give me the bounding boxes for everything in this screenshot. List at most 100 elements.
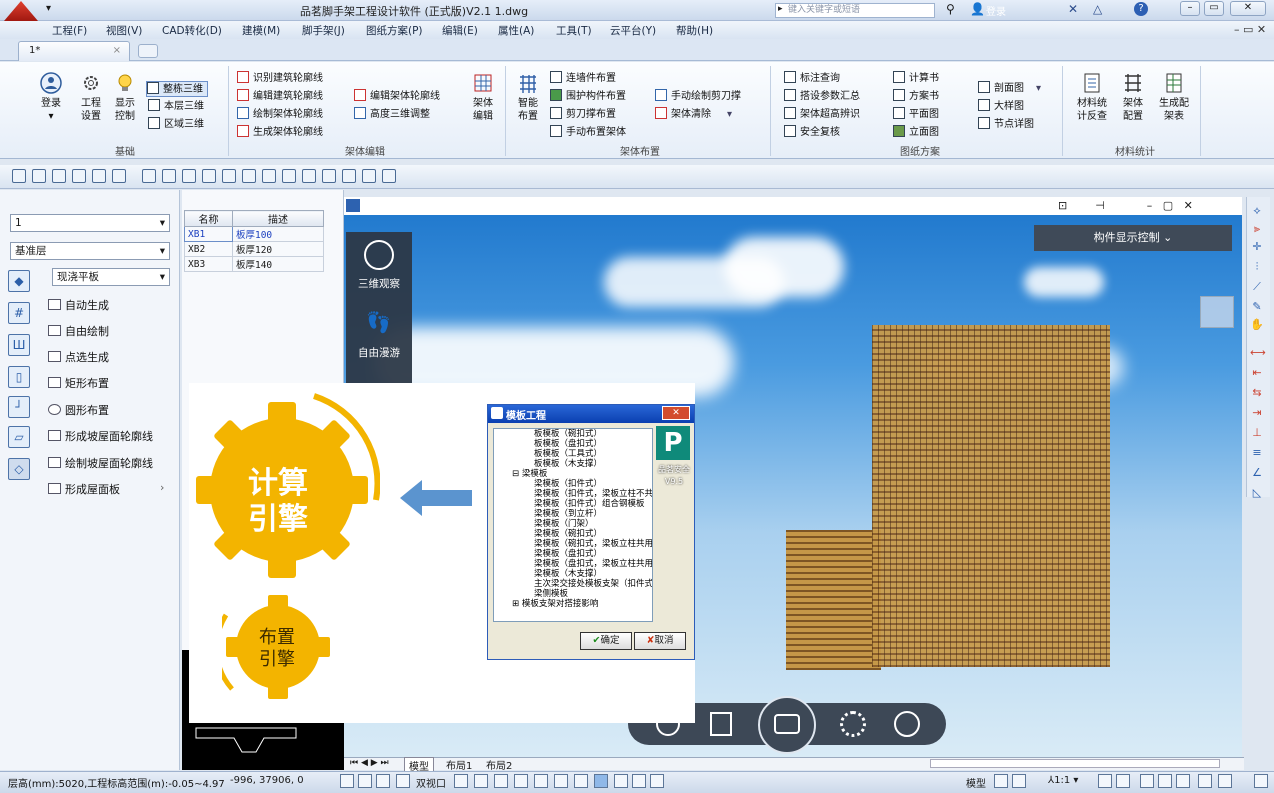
lwt-toggle-icon[interactable] (514, 774, 528, 788)
offset-icon[interactable] (322, 169, 336, 183)
tool-circle-layout[interactable]: 圆形布置 (48, 402, 109, 418)
ribbon-draw-frame-outline[interactable]: 绘制架体轮廓线 (237, 107, 323, 123)
exchange-icon[interactable]: ✕ (1068, 2, 1078, 16)
tree-item[interactable]: 主次梁交接处模板支架（扣件式） (494, 579, 652, 589)
trim-icon[interactable] (362, 169, 376, 183)
tool-form-slope-outline[interactable]: 形成坡屋面轮廓线 (48, 428, 153, 444)
divide-icon[interactable]: ≡ (1250, 446, 1264, 460)
snap-toggle-icon[interactable] (340, 774, 354, 788)
workspace-icon[interactable] (1140, 774, 1154, 788)
move-tool-icon[interactable]: ✛ (1250, 240, 1264, 254)
smart-layout-button[interactable]: 智能 布置 (513, 72, 543, 123)
login-ribbon-button[interactable]: 登录 ▾ (36, 72, 66, 123)
ribbon-overheight-identify[interactable]: 架体超高辨识 (784, 107, 860, 123)
hand-icon[interactable]: ✋ (1250, 318, 1264, 332)
menu-scaffold[interactable]: 脚手架(J) (302, 23, 345, 38)
tool-draw-slope-outline[interactable]: 绘制坡屋面轮廓线 (48, 455, 153, 471)
move-icon[interactable] (242, 169, 256, 183)
ribbon-recognize-outline[interactable]: 识别建筑轮廓线 (237, 71, 323, 87)
material-stat-button[interactable]: 材料统 计反查 (1074, 72, 1110, 123)
tree-item[interactable]: ⊟ 梁模板 (494, 469, 652, 479)
mdi-controls-icon[interactable]: – ▭ ✕ (1234, 23, 1266, 36)
table-row[interactable]: XB3 板厚140 (184, 256, 325, 272)
help-icon[interactable]: ? (1134, 2, 1148, 16)
ribbon-plan-book[interactable]: 方案书 (893, 89, 939, 105)
pen-icon[interactable]: ✎ (1250, 300, 1264, 314)
table-row[interactable]: XB1 板厚100 (184, 226, 325, 242)
col-header-desc[interactable]: 描述 (231, 210, 325, 227)
forward-arrow-icon[interactable] (52, 169, 66, 183)
generate-table-button[interactable]: 生成配 架表 (1156, 72, 1192, 123)
stretch-icon[interactable] (342, 169, 356, 183)
ribbon-height-3d-adjust[interactable]: 高度三维调整 (354, 107, 430, 123)
floor-combo[interactable]: 1 (10, 214, 170, 232)
ribbon-elevation[interactable]: 立面图 (893, 125, 939, 141)
polar-toggle-icon[interactable] (396, 774, 410, 788)
dialog-close-button[interactable]: ✕ (662, 406, 690, 420)
tree-item[interactable]: 梁模板（盘扣式，梁板立柱共用） (494, 559, 652, 569)
slope-icon[interactable]: ◺ (1250, 486, 1264, 500)
ribbon-edit-frame-outline[interactable]: 编辑架体轮廓线 (354, 89, 440, 105)
tree-item[interactable]: ⊞ 模板支架对搭接影响 (494, 599, 652, 609)
menu-drawings[interactable]: 图纸方案(P) (366, 23, 423, 38)
frame-edit-button[interactable]: 架体 编辑 (468, 72, 498, 123)
cross-toggle-icon[interactable] (574, 774, 588, 788)
bulb-status-icon[interactable] (1218, 774, 1232, 788)
restore-button[interactable]: ▭ (1204, 1, 1224, 16)
sc-toggle-icon[interactable] (614, 774, 628, 788)
angle-icon[interactable]: ∠ (1250, 466, 1264, 480)
dimension-icon[interactable]: ⫶ (1250, 260, 1264, 274)
user-icon[interactable]: 👤 (970, 2, 985, 16)
viewport-window-controls[interactable]: ⊡ ⊣ – ▢ ✕ (1058, 199, 1193, 212)
ribbon-enclosure[interactable]: 围护构件布置 (550, 89, 626, 105)
component-display-control[interactable]: 构件显示控制 ⌄ (1034, 225, 1232, 251)
row-desc[interactable]: 板厚140 (231, 256, 325, 272)
tree-item[interactable]: 梁模板（碗扣式） (494, 529, 652, 539)
frame-config-button[interactable]: 架体 配置 (1118, 72, 1148, 123)
row-name[interactable]: XB1 (184, 226, 233, 242)
login-link[interactable]: 登录 (986, 3, 1006, 18)
annotation-scale[interactable]: ⅄1:1 ▾ (1048, 775, 1078, 786)
beam-icon[interactable]: ┘ (8, 396, 30, 418)
slab-type-combo[interactable]: 现浇平板 (52, 268, 170, 286)
scaffold-model-tall[interactable] (872, 325, 1110, 667)
tp-toggle-icon[interactable] (554, 774, 568, 788)
menu-modeling[interactable]: 建模(M) (242, 23, 280, 38)
ucs-toggle-icon[interactable] (650, 774, 664, 788)
tree-item[interactable]: 板模板（工具式） (494, 449, 652, 459)
measure-icon[interactable] (382, 169, 396, 183)
a360-icon[interactable]: △ (1093, 2, 1102, 16)
save-icon[interactable] (12, 169, 26, 183)
ribbon-manual-frame[interactable]: 手动布置架体 (550, 125, 626, 141)
grid-toggle-icon[interactable] (358, 774, 372, 788)
table-row[interactable]: XB2 板厚120 (184, 241, 325, 257)
document-tab-close[interactable]: × (113, 45, 121, 56)
minimize-button[interactable]: – (1180, 1, 1200, 16)
export-icon[interactable] (894, 711, 920, 737)
tree-item[interactable]: 板模板（木支撑） (494, 459, 652, 469)
menu-cad-convert[interactable]: CAD转化(D) (162, 23, 222, 38)
view-floor-3d-button[interactable]: 本层三维 (148, 99, 204, 115)
section-dropdown-icon[interactable]: ▾ (1036, 83, 1041, 94)
view-all-3d-button[interactable]: 整栋三维 (146, 81, 208, 97)
row-desc[interactable]: 板厚100 (231, 226, 325, 242)
tool-rect-layout[interactable]: 矩形布置 (48, 375, 109, 391)
mirror-icon[interactable] (222, 169, 236, 183)
lock-icon[interactable] (1158, 774, 1172, 788)
dialog-ok-button[interactable]: ✔确定 (580, 632, 632, 650)
ribbon-section[interactable]: 剖面图 ▾ (978, 81, 1041, 97)
tool-point-generate[interactable]: 点选生成 (48, 349, 109, 365)
layer-combo[interactable]: 基准层 (10, 242, 170, 260)
osnap-toggle-icon[interactable] (454, 774, 468, 788)
view-region-3d-button[interactable]: 区域三维 (148, 117, 204, 133)
rotate-icon[interactable] (262, 169, 276, 183)
col-header-name[interactable]: 名称 (184, 210, 233, 227)
layers-icon[interactable] (72, 169, 86, 183)
ribbon-scissor-brace[interactable]: 剪刀撑布置 (550, 107, 616, 123)
project-settings-button[interactable]: 工程 设置 (76, 72, 106, 123)
align-icon[interactable] (302, 169, 316, 183)
tree-item[interactable]: 板模板（盘扣式） (494, 439, 652, 449)
dwg-icon[interactable]: ◆ (8, 270, 30, 292)
binoculars-icon[interactable]: ⚲ (946, 2, 955, 16)
tree-item[interactable]: 梁模板（碗扣式，梁板立柱共用） (494, 539, 652, 549)
